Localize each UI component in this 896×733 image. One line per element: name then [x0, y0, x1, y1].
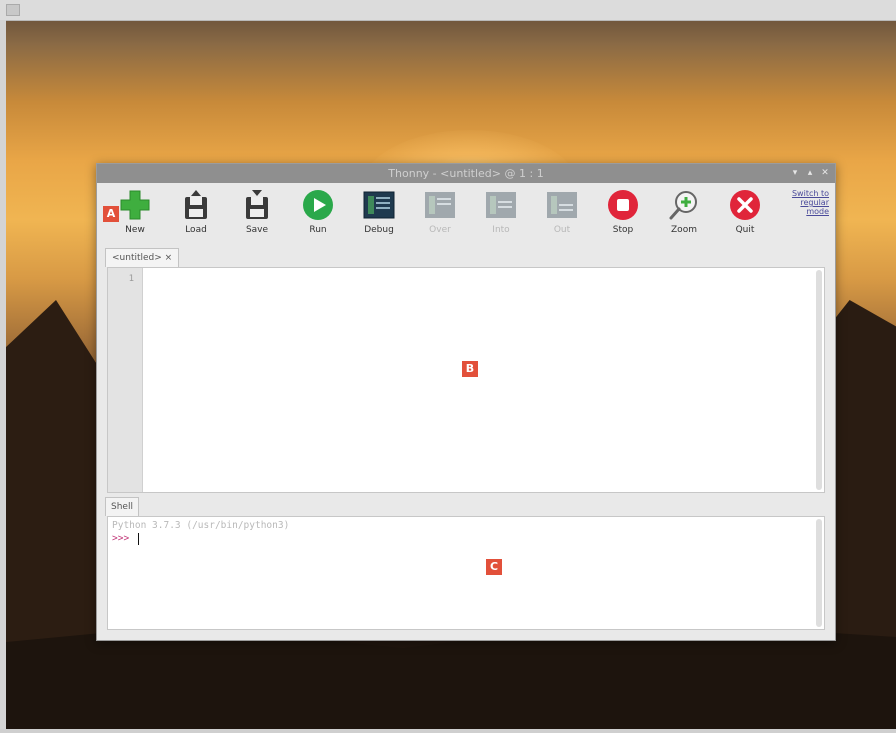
step-into-icon — [482, 187, 520, 223]
new-icon — [116, 187, 154, 223]
load-button[interactable]: Load — [168, 187, 224, 239]
step-over-icon — [421, 187, 459, 223]
maximize-icon[interactable]: ▴ — [805, 168, 815, 178]
editor-scrollbar[interactable] — [816, 270, 822, 490]
step-out-label: Out — [553, 225, 571, 235]
step-into-label: Into — [492, 225, 510, 235]
desktop-left-edge — [0, 20, 6, 733]
quit-icon — [726, 187, 764, 223]
debug-button[interactable]: Debug — [351, 187, 407, 239]
desktop-bottom-edge — [0, 729, 896, 733]
thonny-window: Thonny - <untitled> @ 1 : 1 ▾ ▴ ✕ New Lo… — [96, 163, 836, 641]
step-over-button[interactable]: Over — [412, 187, 468, 239]
shell-scrollbar[interactable] — [816, 519, 822, 627]
code-editor[interactable]: 1 — [107, 267, 825, 493]
zoom-button[interactable]: Zoom — [656, 187, 712, 239]
save-icon — [238, 187, 276, 223]
editor-tabbar: <untitled> × — [105, 248, 829, 268]
shell-panel[interactable]: Python 3.7.3 (/usr/bin/python3) >>> — [107, 516, 825, 630]
shell-banner: Python 3.7.3 (/usr/bin/python3) — [112, 520, 290, 531]
quit-label: Quit — [735, 225, 755, 235]
window-title: Thonny - <untitled> @ 1 : 1 — [388, 167, 544, 180]
zoom-icon — [665, 187, 703, 223]
tab-untitled[interactable]: <untitled> × — [105, 248, 180, 267]
debug-icon — [360, 187, 398, 223]
run-button[interactable]: Run — [290, 187, 346, 239]
stop-button[interactable]: Stop — [595, 187, 651, 239]
debug-label: Debug — [364, 225, 394, 235]
minimize-icon[interactable]: ▾ — [790, 168, 800, 178]
close-icon[interactable]: ✕ — [820, 168, 830, 178]
line-number: 1 — [128, 274, 134, 284]
run-icon — [299, 187, 337, 223]
shell-prompt: >>> — [112, 533, 130, 544]
load-label: Load — [185, 225, 207, 235]
window-titlebar[interactable]: Thonny - <untitled> @ 1 : 1 ▾ ▴ ✕ — [97, 164, 835, 183]
annotation-badge-b: B — [462, 361, 478, 377]
zoom-label: Zoom — [671, 225, 697, 235]
run-label: Run — [309, 225, 327, 235]
new-label: New — [125, 225, 145, 235]
tab-shell[interactable]: Shell — [105, 497, 139, 516]
annotation-badge-c: C — [486, 559, 502, 575]
stop-icon — [604, 187, 642, 223]
step-out-button[interactable]: Out — [534, 187, 590, 239]
step-into-button[interactable]: Into — [473, 187, 529, 239]
toolbar: New Load Save Run Debug Over Into Out St… — [97, 183, 835, 241]
switch-to-regular-mode-link[interactable]: Switch to regular mode — [779, 189, 829, 216]
save-label: Save — [245, 225, 269, 235]
step-out-icon — [543, 187, 581, 223]
save-button[interactable]: Save — [229, 187, 285, 239]
step-over-label: Over — [429, 225, 451, 235]
line-number-gutter: 1 — [108, 268, 143, 492]
annotation-badge-a: A — [103, 206, 119, 222]
text-cursor — [138, 533, 139, 545]
load-icon — [177, 187, 215, 223]
quit-button[interactable]: Quit — [717, 187, 773, 239]
desktop-top-panel — [0, 0, 896, 21]
stop-label: Stop — [612, 225, 634, 235]
panel-thumbnail-icon — [6, 4, 20, 16]
